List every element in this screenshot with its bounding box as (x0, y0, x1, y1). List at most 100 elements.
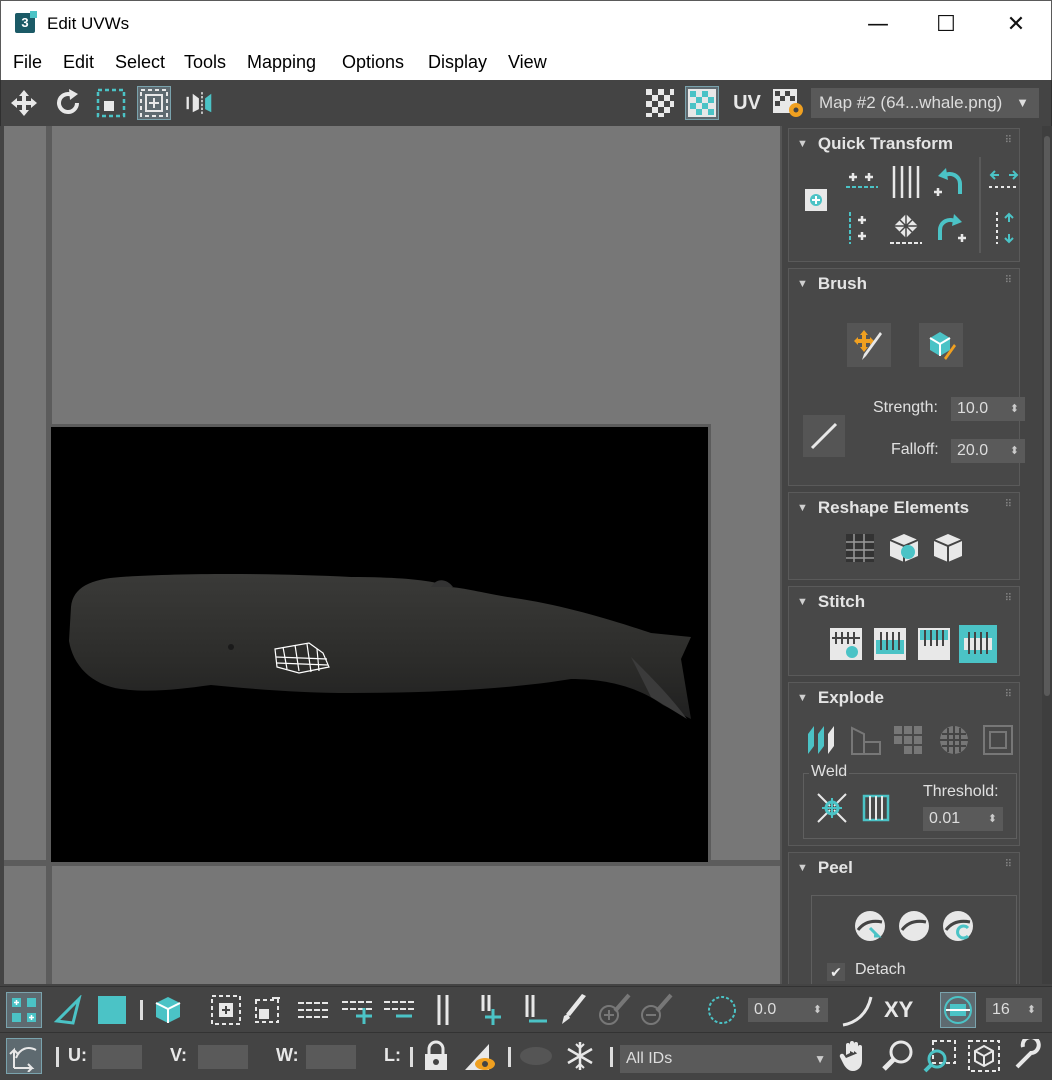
move-icon[interactable] (7, 86, 41, 120)
zoom-extents-icon[interactable] (966, 1038, 1002, 1074)
weld-selected-icon[interactable] (813, 789, 851, 827)
spinner-arrows-icon[interactable]: ⬍ (1027, 998, 1036, 1022)
paint-move-icon[interactable] (847, 323, 891, 367)
relax-box-icon[interactable] (929, 529, 967, 567)
stitch-target-icon[interactable] (959, 625, 997, 663)
scale-icon[interactable] (94, 86, 128, 120)
menu-select[interactable]: Select (115, 52, 165, 73)
rollout-header[interactable]: ▼ Reshape Elements (797, 498, 969, 518)
pan-icon[interactable] (836, 1038, 872, 1074)
zoom-icon[interactable] (880, 1038, 916, 1074)
menu-view[interactable]: View (508, 52, 547, 73)
reset-peel-icon[interactable] (939, 907, 977, 945)
uv-toggle[interactable]: UV (729, 86, 765, 120)
threshold-spinner[interactable]: 0.01 ⬍ (923, 807, 1003, 831)
relax-brush-icon[interactable] (919, 323, 963, 367)
shrink-loop-icon[interactable] (516, 992, 552, 1028)
rollout-header[interactable]: ▼ Stitch (797, 592, 865, 612)
show-all-icon[interactable] (518, 1038, 554, 1074)
align-vertical-icon[interactable] (887, 163, 925, 201)
spinner-arrows-icon[interactable]: ⬍ (1010, 439, 1019, 463)
straighten-icon[interactable] (887, 209, 925, 247)
relax-icon[interactable] (885, 529, 923, 567)
polygon-mode-icon[interactable] (94, 992, 130, 1028)
minimize-button[interactable]: — (843, 1, 913, 47)
strength-spinner[interactable]: 10.0 ⬍ (951, 397, 1025, 421)
weld-target-icon[interactable] (857, 789, 895, 827)
grow-loop-icon[interactable] (472, 992, 508, 1028)
grow-selection-icon[interactable] (208, 992, 244, 1028)
vertex-mode-icon[interactable] (6, 992, 42, 1028)
menu-display[interactable]: Display (428, 52, 487, 73)
flatten-by-polygon-angle-icon[interactable] (847, 721, 885, 759)
menu-edit[interactable]: Edit (63, 52, 94, 73)
scrollbar-thumb[interactable] (1044, 136, 1050, 696)
rollout-header[interactable]: ▼ Peel (797, 858, 853, 878)
space-vertical-icon[interactable] (985, 209, 1023, 247)
hide-icon[interactable] (462, 1038, 498, 1074)
stitch-average-icon[interactable] (915, 625, 953, 663)
v-field[interactable] (198, 1045, 248, 1069)
menu-file[interactable]: File (13, 52, 42, 73)
w-field[interactable] (306, 1045, 356, 1069)
element-mode-icon[interactable] (150, 992, 186, 1028)
mirror-icon[interactable] (185, 86, 219, 120)
grow-ring-icon[interactable] (340, 992, 376, 1028)
shrink-ring-icon[interactable] (382, 992, 418, 1028)
lock-icon[interactable] (418, 1038, 454, 1074)
align-left-icon[interactable] (843, 209, 881, 247)
paint-select-grow-icon[interactable] (596, 992, 632, 1028)
stitch-custom-icon[interactable] (827, 625, 865, 663)
menu-options[interactable]: Options (342, 52, 404, 73)
shrink-selection-icon[interactable] (248, 992, 284, 1028)
panel-scrollbar[interactable] (1042, 126, 1052, 984)
ring-icon[interactable] (296, 992, 332, 1028)
absolute-offset-icon[interactable] (704, 992, 740, 1028)
snap-spinner[interactable]: 16 ⬍ (986, 998, 1042, 1022)
menu-tools[interactable]: Tools (184, 52, 226, 73)
maximize-button[interactable]: ☐ (911, 1, 981, 47)
align-center-icon[interactable] (797, 181, 835, 219)
paint-select-shrink-icon[interactable] (638, 992, 674, 1028)
space-horizontal-icon[interactable] (985, 163, 1023, 201)
pack-icon[interactable] (979, 721, 1017, 759)
brush-falloff-icon[interactable] (803, 415, 845, 457)
freeze-icon[interactable] (562, 1038, 598, 1074)
detach-checkbox[interactable]: ✔ (827, 963, 845, 981)
material-id-select[interactable]: All IDs ▼ (620, 1045, 832, 1073)
coordinate-mode-icon[interactable] (6, 1038, 42, 1074)
snap-icon[interactable] (940, 992, 976, 1028)
show-map-icon[interactable] (685, 86, 719, 120)
u-field[interactable] (92, 1045, 142, 1069)
falloff-spinner[interactable]: 20.0 ⬍ (951, 439, 1025, 463)
spinner-arrows-icon[interactable]: ⬍ (1010, 397, 1019, 421)
close-button[interactable]: ✕ (981, 1, 1051, 47)
quick-peel-icon[interactable] (851, 907, 889, 945)
rotate-icon[interactable] (51, 86, 85, 120)
zoom-region-icon[interactable] (922, 1038, 958, 1074)
stitch-source-icon[interactable] (871, 625, 909, 663)
rollout-header[interactable]: ▼ Explode (797, 688, 884, 708)
xy-toggle[interactable]: XY (884, 997, 913, 1023)
rotate-cw-icon[interactable] (931, 209, 969, 247)
edge-mode-icon[interactable] (50, 992, 86, 1028)
rollout-header[interactable]: ▼ Brush (797, 274, 867, 294)
checker-pattern-icon[interactable] (643, 86, 677, 120)
rollout-header[interactable]: ▼ Quick Transform (797, 134, 953, 154)
spinner-arrows-icon[interactable]: ⬍ (813, 998, 822, 1022)
menu-mapping[interactable]: Mapping (247, 52, 316, 73)
straighten-selection-icon[interactable] (841, 529, 879, 567)
flatten-by-smoothing-group-icon[interactable] (935, 721, 973, 759)
rotate-ccw-icon[interactable] (931, 163, 969, 201)
soft-selection-icon[interactable] (840, 992, 876, 1028)
paint-select-icon[interactable] (556, 992, 592, 1028)
help-icon[interactable] (1010, 1038, 1046, 1074)
angle-spinner[interactable]: 0.0 ⬍ (748, 998, 828, 1022)
break-icon[interactable] (803, 721, 841, 759)
uv-viewport[interactable] (4, 126, 782, 984)
peel-mode-icon[interactable] (895, 907, 933, 945)
map-settings-icon[interactable] (771, 86, 805, 120)
flatten-by-material-icon[interactable] (891, 721, 929, 759)
map-select[interactable]: Map #2 (64...whale.png) ▼ (811, 88, 1039, 118)
align-horizontal-icon[interactable] (843, 163, 881, 201)
